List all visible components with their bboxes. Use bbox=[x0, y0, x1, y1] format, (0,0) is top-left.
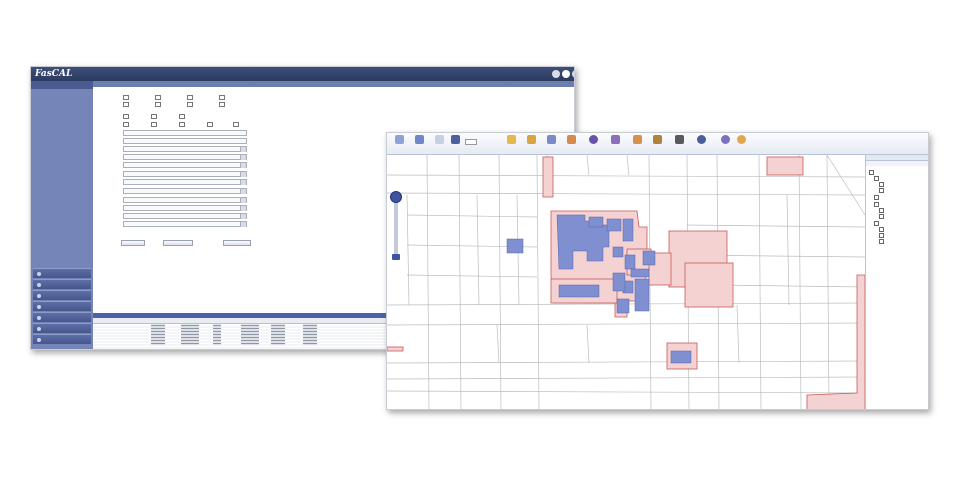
scale-input[interactable] bbox=[465, 139, 477, 145]
sidebar-header bbox=[31, 81, 93, 89]
text-field[interactable] bbox=[123, 138, 247, 144]
select-field[interactable] bbox=[123, 188, 247, 194]
sidebar-button[interactable] bbox=[33, 334, 91, 344]
tool-icon bbox=[435, 135, 444, 144]
checkbox[interactable] bbox=[123, 94, 147, 100]
tool-icon bbox=[567, 135, 576, 144]
tool-button[interactable] bbox=[693, 135, 709, 153]
checkbox[interactable] bbox=[123, 121, 143, 127]
select-field[interactable] bbox=[123, 221, 247, 227]
print-icon bbox=[675, 135, 684, 144]
tool-icon bbox=[395, 135, 404, 144]
sidebar-button[interactable] bbox=[33, 268, 91, 278]
tool-button[interactable] bbox=[391, 135, 407, 153]
settings-icon[interactable] bbox=[572, 70, 574, 78]
tool-icon bbox=[633, 135, 642, 144]
select-field[interactable] bbox=[123, 146, 247, 152]
checkbox[interactable] bbox=[187, 94, 211, 100]
checkbox[interactable] bbox=[233, 121, 253, 127]
map-canvas[interactable] bbox=[387, 155, 865, 409]
title-bar: FasCAL bbox=[31, 67, 574, 81]
tool-button[interactable] bbox=[503, 135, 519, 153]
tool-icon bbox=[611, 135, 620, 144]
tool-icon bbox=[737, 135, 746, 144]
checkbox[interactable] bbox=[155, 94, 179, 100]
tool-button[interactable] bbox=[523, 135, 539, 153]
tool-icon bbox=[589, 135, 598, 144]
text-field[interactable] bbox=[123, 130, 247, 136]
map-toolbar bbox=[387, 133, 928, 155]
checkbox[interactable] bbox=[179, 121, 199, 127]
tool-icon bbox=[451, 135, 460, 144]
tool-button[interactable] bbox=[649, 135, 665, 153]
app-logo: FasCAL bbox=[35, 69, 73, 79]
tool-button[interactable] bbox=[607, 135, 623, 153]
layer-panel bbox=[865, 155, 928, 409]
tool-button[interactable] bbox=[717, 135, 733, 153]
select-field[interactable] bbox=[123, 179, 247, 185]
checkbox[interactable] bbox=[179, 113, 199, 119]
tool-button[interactable] bbox=[733, 135, 749, 153]
sidebar-button[interactable] bbox=[33, 323, 91, 333]
tool-button[interactable] bbox=[671, 135, 687, 153]
checkbox[interactable] bbox=[155, 101, 179, 107]
checkbox[interactable] bbox=[123, 101, 147, 107]
tool-button[interactable] bbox=[447, 135, 463, 153]
option-button[interactable] bbox=[223, 240, 251, 246]
checkbox[interactable] bbox=[187, 101, 211, 107]
sidebar-button[interactable] bbox=[33, 279, 91, 289]
tool-button[interactable] bbox=[585, 135, 601, 153]
layer-tab[interactable] bbox=[866, 161, 928, 166]
select-field[interactable] bbox=[123, 162, 247, 168]
select-field[interactable] bbox=[123, 171, 247, 177]
sidebar-button[interactable] bbox=[33, 301, 91, 311]
checkbox[interactable] bbox=[151, 121, 171, 127]
sidebar bbox=[31, 81, 93, 349]
help-icon[interactable] bbox=[562, 70, 570, 78]
tool-icon bbox=[547, 135, 556, 144]
map-window bbox=[386, 132, 929, 410]
sidebar-button[interactable] bbox=[33, 290, 91, 300]
sidebar-button[interactable] bbox=[33, 312, 91, 322]
tool-button[interactable] bbox=[543, 135, 559, 153]
tool-button[interactable] bbox=[411, 135, 427, 153]
select-field[interactable] bbox=[123, 154, 247, 160]
clear-button[interactable] bbox=[163, 240, 193, 246]
checkbox[interactable] bbox=[123, 113, 143, 119]
zoom-out-button[interactable] bbox=[392, 254, 400, 260]
zoom-handle[interactable] bbox=[390, 191, 402, 203]
zoom-slider[interactable] bbox=[394, 195, 398, 257]
search-icon bbox=[697, 135, 706, 144]
checkbox[interactable] bbox=[219, 101, 243, 107]
search-button[interactable] bbox=[121, 240, 145, 246]
tool-button[interactable] bbox=[431, 135, 447, 153]
map-drawing bbox=[387, 155, 865, 409]
tool-button[interactable] bbox=[629, 135, 645, 153]
tool-icon bbox=[507, 135, 516, 144]
tool-icon bbox=[653, 135, 662, 144]
select-field[interactable] bbox=[123, 213, 247, 219]
user-icon[interactable] bbox=[552, 70, 560, 78]
select-field[interactable] bbox=[123, 205, 247, 211]
tool-icon bbox=[527, 135, 536, 144]
checkbox[interactable] bbox=[219, 94, 243, 100]
tool-icon bbox=[415, 135, 424, 144]
checkbox[interactable] bbox=[151, 113, 171, 119]
tool-button[interactable] bbox=[563, 135, 579, 153]
tool-icon bbox=[721, 135, 730, 144]
checkbox[interactable] bbox=[207, 121, 227, 127]
select-field[interactable] bbox=[123, 197, 247, 203]
